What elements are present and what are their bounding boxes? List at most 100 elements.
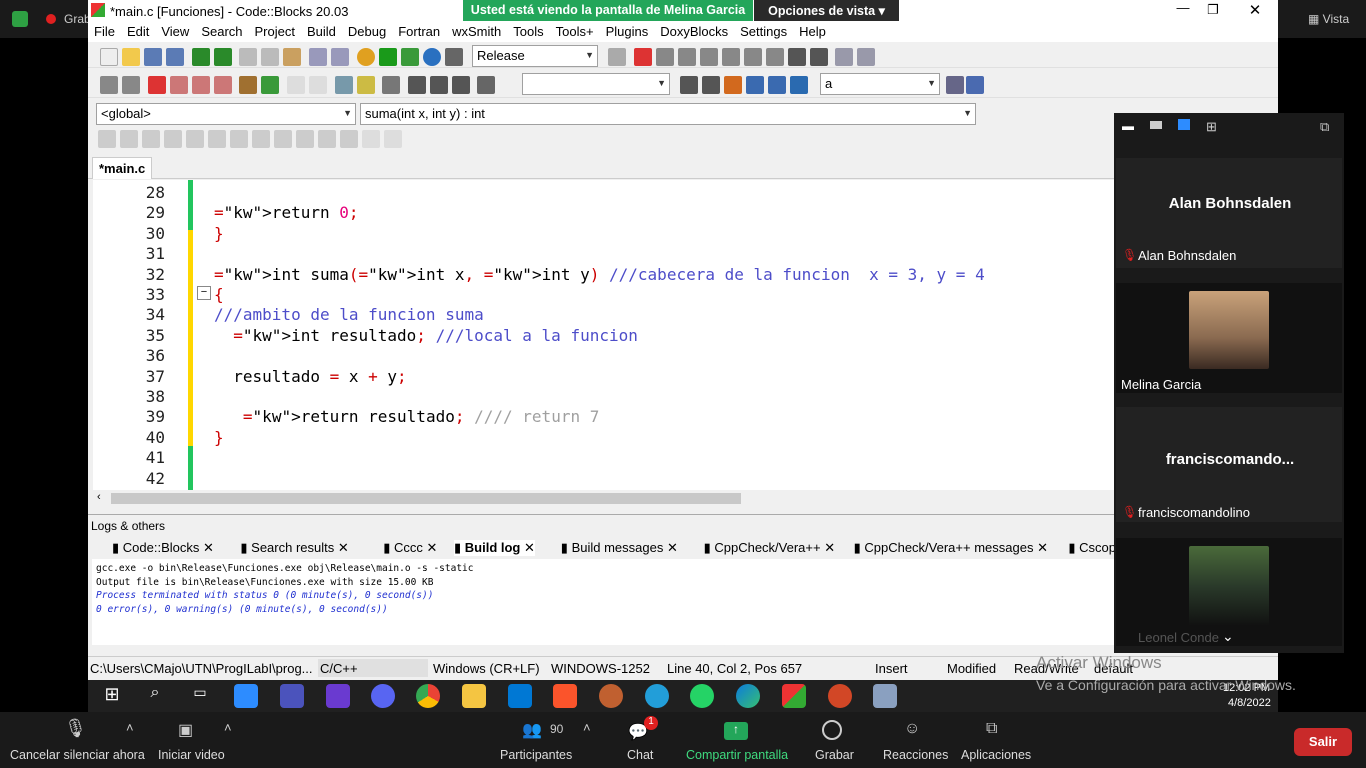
build-log-output[interactable]: gcc.exe -o bin\Release\Funciones.exe obj… <box>92 559 1114 645</box>
build-icon[interactable] <box>356 48 375 66</box>
code-completion-icon[interactable] <box>382 76 401 94</box>
search-combo[interactable]: a ▼ <box>820 73 940 95</box>
close-button[interactable]: ✕ <box>1240 1 1270 19</box>
tab-main-c[interactable]: *main.c <box>92 157 153 179</box>
undo-icon[interactable] <box>191 48 210 66</box>
chat-button[interactable]: Chat <box>627 748 653 762</box>
insert-before-icon[interactable] <box>164 130 182 148</box>
paint-icon[interactable] <box>873 684 897 708</box>
match-case-icon[interactable] <box>768 76 786 94</box>
menu-item-doxyblocks[interactable]: DoxyBlocks <box>654 22 734 39</box>
s-icon[interactable] <box>362 130 380 148</box>
abort-icon[interactable] <box>444 48 463 66</box>
insert-after-icon[interactable] <box>186 130 204 148</box>
highlight-icon[interactable] <box>724 76 742 94</box>
fold-toggle[interactable]: − <box>197 286 211 300</box>
file-toolbar-icons[interactable] <box>98 46 465 68</box>
participants-chevron-icon[interactable]: ˄ <box>583 720 591 735</box>
speaker-view-icon[interactable] <box>1150 121 1162 129</box>
zoom-in-icon[interactable] <box>318 130 336 148</box>
wrench-icon[interactable] <box>966 76 984 94</box>
stop-debug-icon[interactable] <box>809 48 828 66</box>
pause-icon[interactable] <box>787 48 806 66</box>
zoom-app-icon[interactable] <box>234 684 258 708</box>
whatsapp-icon[interactable] <box>690 684 714 708</box>
file-explorer-icon[interactable] <box>462 684 486 708</box>
code-line[interactable]: ="kw">int suma(="kw">int x, ="kw">int y)… <box>214 265 985 284</box>
menu-item-view[interactable]: View <box>155 22 195 39</box>
mic-muted-icon[interactable]: 🎙 <box>64 718 87 739</box>
code-line[interactable]: } <box>214 224 224 243</box>
menu-item-build[interactable]: Build <box>301 22 342 39</box>
participant-tile-1[interactable]: Alan Bohnsdalen Alan Bohnsdalen 🎙 <box>1116 158 1342 268</box>
menu-item-tools+[interactable]: Tools+ <box>550 22 600 39</box>
video-off-icon[interactable]: ▣ <box>178 720 193 740</box>
scroll-down-chevron-icon[interactable]: ⌄ <box>1222 628 1234 645</box>
redo-icon[interactable] <box>213 48 232 66</box>
twitch-icon[interactable] <box>326 684 350 708</box>
leave-button[interactable]: Salir <box>1294 728 1352 756</box>
close-tab-icon[interactable]: ✕ <box>1033 540 1048 555</box>
audio-options-chevron-icon[interactable]: ˄ <box>126 720 134 735</box>
log-tab-4[interactable]: ▮ Build messages ✕ <box>561 540 678 556</box>
uncomment-icon[interactable] <box>308 76 327 94</box>
insert-into-icon[interactable] <box>142 130 160 148</box>
rebuild-icon[interactable] <box>422 48 441 66</box>
run-icon[interactable] <box>378 48 397 66</box>
apps-icon[interactable]: ⧉ <box>986 720 997 738</box>
close-tab-icon[interactable]: ✕ <box>821 540 835 555</box>
debug-toolbar-icons[interactable] <box>606 46 877 68</box>
reactions-button[interactable]: Reacciones <box>883 748 948 762</box>
copy-icon[interactable] <box>261 48 280 66</box>
participant-tile-4[interactable]: Leonel Conde ⌄ <box>1116 538 1342 646</box>
close-tab-icon[interactable]: ✕ <box>520 540 535 555</box>
participants-button[interactable]: Participantes <box>500 748 572 762</box>
run-script-icon[interactable] <box>477 76 496 94</box>
windows-start-icon[interactable]: ⊞ <box>100 684 124 708</box>
menu-item-search[interactable]: Search <box>195 22 248 39</box>
pointer-icon[interactable] <box>98 130 116 148</box>
share-screen-button[interactable]: Compartir pantalla <box>686 748 788 762</box>
next-instruction-icon[interactable] <box>743 48 762 66</box>
prev-bookmark-icon[interactable] <box>169 76 188 94</box>
doxy-icon[interactable] <box>334 76 353 94</box>
cut-icon[interactable] <box>239 48 258 66</box>
next-line-icon[interactable] <box>677 48 696 66</box>
back-icon[interactable] <box>100 76 118 94</box>
search-icon[interactable]: ⌕ <box>143 684 167 708</box>
scope-select[interactable]: <global> ▼ <box>96 103 356 125</box>
log-tab-5[interactable]: ▮ CppCheck/Vera++ ✕ <box>704 540 836 556</box>
close-tab-icon[interactable]: ✕ <box>199 540 214 555</box>
view-options-button[interactable]: Opciones de vista ▾ <box>754 0 899 21</box>
find-prev-icon[interactable] <box>680 76 698 94</box>
participant-tile-2[interactable]: Melina Garcia <box>1116 283 1342 393</box>
wxsmith-toolbar[interactable] <box>96 128 456 150</box>
bookmark-icon[interactable] <box>147 76 166 94</box>
menu-item-project[interactable]: Project <box>249 22 301 39</box>
code-line[interactable]: resultado = x + y; <box>214 367 406 386</box>
function-select[interactable]: suma(int x, int y) : int ▼ <box>360 103 976 125</box>
menu-item-edit[interactable]: Edit <box>121 22 155 39</box>
widget-b-icon[interactable] <box>274 130 292 148</box>
task-view-icon[interactable]: ▭ <box>188 684 212 708</box>
chrome-icon[interactable] <box>416 684 440 708</box>
vscode-icon[interactable] <box>508 684 532 708</box>
log-tab-1[interactable]: ▮ Search results ✕ <box>240 540 348 556</box>
comment-icon[interactable] <box>286 76 305 94</box>
log-tab-2[interactable]: ▮ Cccc ✕ <box>383 540 437 556</box>
widget-c-icon[interactable] <box>296 130 314 148</box>
mute-button[interactable]: Cancelar silenciar ahora <box>10 748 145 762</box>
find-next-icon[interactable] <box>702 76 720 94</box>
new-file-icon[interactable] <box>100 48 118 66</box>
scrollbar-thumb[interactable] <box>111 493 741 504</box>
menu-item-file[interactable]: File <box>88 22 121 39</box>
debug-windows-icon[interactable] <box>835 48 854 66</box>
powerpoint-icon[interactable] <box>828 684 852 708</box>
share-screen-icon[interactable]: ↑ <box>724 722 748 740</box>
codeblocks-taskbar-icon[interactable] <box>782 684 806 708</box>
telegram-icon[interactable] <box>645 684 669 708</box>
menu-item-plugins[interactable]: Plugins <box>600 22 655 39</box>
menu-item-fortran[interactable]: Fortran <box>392 22 446 39</box>
participants-icon[interactable]: 👥 <box>522 720 542 740</box>
menu-item-debug[interactable]: Debug <box>342 22 392 39</box>
